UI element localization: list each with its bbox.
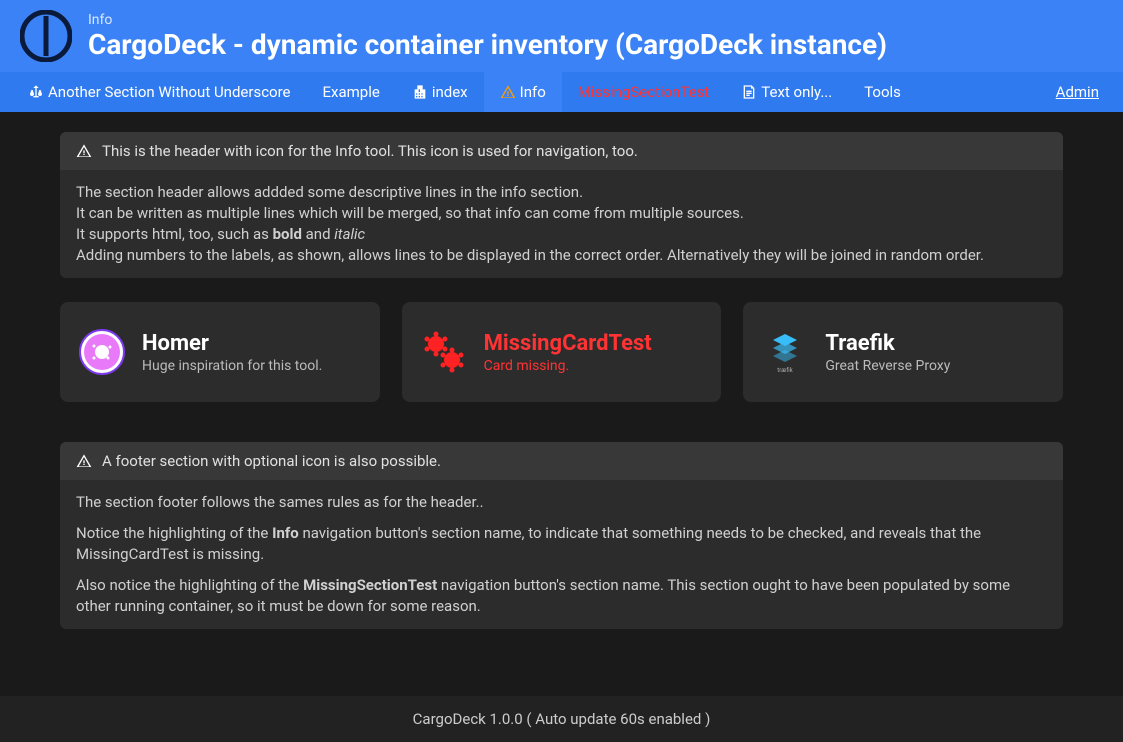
nav-item-info[interactable]: Info: [484, 72, 562, 112]
header-pretitle: Info: [88, 12, 887, 28]
card-title: Traefik: [825, 331, 950, 356]
card-text: MissingCardTest Card missing.: [484, 331, 652, 374]
cards-row: Homer Huge inspiration for this tool. Mi…: [60, 302, 1063, 402]
info-footer-bar: A footer section with optional icon is a…: [60, 442, 1063, 480]
donut-icon: [78, 328, 126, 376]
info-body-line: It supports html, too, such as bold and …: [76, 224, 1047, 245]
card-traefik[interactable]: træfik Traefik Great Reverse Proxy: [743, 302, 1063, 402]
info-body-line: Adding numbers to the labels, as shown, …: [76, 245, 1047, 266]
info-header-body: The section header allows addded some de…: [60, 170, 1063, 278]
app-logo: [20, 10, 72, 62]
info-header-text: This is the header with icon for the Inf…: [102, 142, 638, 160]
info-body-line: The section header allows addded some de…: [76, 182, 1047, 203]
svg-text:træfik: træfik: [778, 367, 794, 374]
nav-bar: Another Section Without Underscore Examp…: [0, 72, 1123, 112]
card-text: Homer Huge inspiration for this tool.: [142, 331, 322, 374]
nav-item-tools[interactable]: Tools: [848, 72, 917, 112]
building-icon: [412, 84, 428, 100]
card-text: Traefik Great Reverse Proxy: [825, 331, 950, 374]
nav-item-example[interactable]: Example: [307, 72, 396, 112]
info-footer-section: A footer section with optional icon is a…: [60, 442, 1063, 629]
card-subtitle: Great Reverse Proxy: [825, 358, 950, 374]
scale-icon: [28, 84, 44, 100]
app-header: Info CargoDeck - dynamic container inven…: [0, 0, 1123, 72]
warning-icon: [500, 84, 516, 100]
card-homer[interactable]: Homer Huge inspiration for this tool.: [60, 302, 380, 402]
nav-admin-link[interactable]: Admin: [1044, 83, 1111, 101]
document-icon: [741, 84, 757, 100]
card-subtitle: Card missing.: [484, 358, 652, 374]
header-title: CargoDeck - dynamic container inventory …: [88, 28, 887, 61]
nav-item-index[interactable]: index: [396, 72, 484, 112]
page-footer: CargoDeck 1.0.0 ( Auto update 60s enable…: [0, 696, 1123, 742]
warning-icon: [76, 453, 92, 469]
traefik-icon: træfik: [761, 328, 809, 376]
main-content: This is the header with icon for the Inf…: [0, 112, 1123, 673]
footer-body-p2: Notice the highlighting of the Info navi…: [76, 523, 1047, 565]
info-body-line: It can be written as multiple lines whic…: [76, 203, 1047, 224]
warning-icon: [76, 143, 92, 159]
footer-text: CargoDeck 1.0.0 ( Auto update 60s enable…: [413, 710, 711, 728]
card-title: Homer: [142, 331, 322, 356]
info-header-section: This is the header with icon for the Inf…: [60, 132, 1063, 278]
nav-item-missing-section-test[interactable]: MissingSectionTest: [562, 72, 726, 112]
footer-body-p1: The section footer follows the sames rul…: [76, 492, 1047, 513]
card-title: MissingCardTest: [484, 331, 652, 356]
info-footer-body: The section footer follows the sames rul…: [60, 480, 1063, 629]
nav-item-text-only[interactable]: Text only...: [725, 72, 848, 112]
footer-body-p3: Also notice the highlighting of the Miss…: [76, 575, 1047, 617]
header-text: Info CargoDeck - dynamic container inven…: [88, 12, 887, 61]
info-footer-header-text: A footer section with optional icon is a…: [102, 452, 441, 470]
nav-item-another-section[interactable]: Another Section Without Underscore: [12, 72, 307, 112]
card-subtitle: Huge inspiration for this tool.: [142, 358, 322, 374]
virus-icon: [420, 328, 468, 376]
card-missing-card-test[interactable]: MissingCardTest Card missing.: [402, 302, 722, 402]
info-header-bar: This is the header with icon for the Inf…: [60, 132, 1063, 170]
